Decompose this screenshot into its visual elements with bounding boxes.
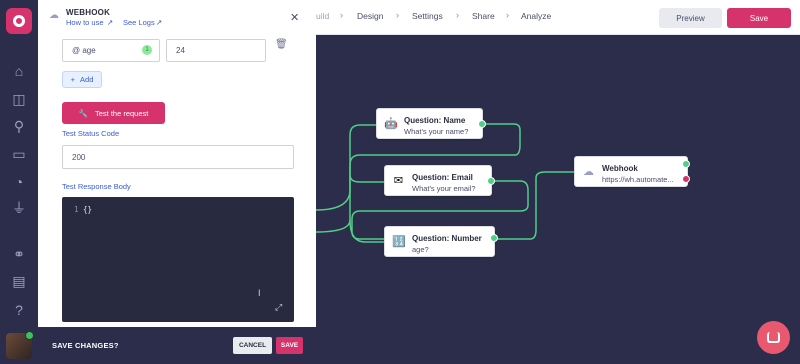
analytics-icon[interactable]: ◔: [10, 173, 28, 191]
node-webhook-error-handle[interactable]: [682, 175, 690, 183]
node-number-output-handle[interactable]: [490, 234, 498, 242]
node-question-email[interactable]: ✉ Question: Email What's your email?: [384, 165, 492, 196]
save-changes-label: SAVE CHANGES?: [52, 341, 119, 350]
node-title: Question: Name: [404, 116, 466, 125]
top-bar: uild › Design › Settings › Share › Analy…: [316, 0, 800, 35]
tab-analyze[interactable]: Analyze: [521, 11, 551, 21]
number-keypad-icon: 🔢: [392, 236, 406, 248]
tab-build[interactable]: uild: [316, 11, 329, 21]
cloud-icon: ☁: [49, 10, 59, 21]
add-variable-button[interactable]: + Add: [62, 71, 102, 88]
node-subtitle: https://wh.automate...: [602, 175, 674, 184]
panel-title: WEBHOOK: [66, 8, 111, 17]
see-logs-link[interactable]: See Logs: [123, 18, 155, 27]
chat-icon[interactable]: ▭: [10, 145, 28, 163]
tab-share[interactable]: Share: [472, 11, 495, 21]
node-name-output-handle[interactable]: [478, 120, 486, 128]
line-number: 1: [74, 205, 79, 214]
broadcast-icon[interactable]: ⚲: [10, 117, 28, 135]
node-question-number[interactable]: 🔢 Question: Number age?: [384, 226, 495, 257]
tab-design[interactable]: Design: [357, 11, 383, 21]
node-email-output-handle[interactable]: [487, 177, 495, 185]
trash-icon[interactable]: 🗑: [275, 39, 288, 50]
node-subtitle: age?: [412, 245, 429, 254]
node-subtitle: What's your name?: [404, 127, 469, 136]
chevron-right-icon: ›: [340, 10, 343, 20]
robot-face-icon: 🤖: [384, 118, 398, 130]
chevron-right-icon: ›: [456, 10, 459, 20]
close-icon[interactable]: ✕: [290, 11, 299, 24]
node-webhook[interactable]: ☁ Webhook https://wh.automate...: [574, 156, 688, 187]
envelope-icon: ✉: [393, 175, 404, 187]
home-icon[interactable]: ⌂: [10, 62, 28, 80]
node-title: Question: Number: [412, 234, 482, 243]
chat-launcher-icon[interactable]: [757, 321, 790, 354]
text-cursor-icon: I: [258, 288, 261, 298]
variable-value-field[interactable]: 24: [166, 39, 266, 62]
variable-count-badge: 1: [142, 45, 152, 55]
plug-icon[interactable]: ⏚: [10, 199, 28, 217]
cloud-icon: ☁: [583, 166, 594, 178]
plus-icon: +: [70, 75, 76, 84]
billing-icon[interactable]: ▤: [10, 272, 28, 290]
response-body-label: Test Response Body: [62, 182, 131, 191]
node-question-name[interactable]: 🤖 Question: Name What's your name?: [376, 108, 483, 139]
response-body-editor[interactable]: 1 {} ⤢: [62, 197, 294, 322]
avatar[interactable]: [6, 331, 34, 359]
cancel-button[interactable]: CANCEL: [233, 337, 272, 354]
app-logo[interactable]: [6, 8, 32, 34]
chevron-right-icon: ›: [506, 10, 509, 20]
status-code-field[interactable]: 200: [62, 145, 294, 169]
node-subtitle: What's your email?: [412, 184, 476, 193]
response-body-code: {}: [83, 205, 93, 214]
how-to-use-link[interactable]: How to use: [66, 18, 104, 27]
bot-icon[interactable]: ◫: [10, 90, 28, 108]
node-title: Webhook: [602, 164, 638, 173]
save-button[interactable]: Save: [727, 8, 791, 28]
external-link-icon: ↗: [107, 18, 114, 27]
node-title: Question: Email: [412, 173, 473, 182]
save-changes-button[interactable]: SAVE: [276, 337, 303, 354]
wrench-icon: 🔧: [78, 108, 88, 118]
chevron-right-icon: ›: [396, 10, 399, 20]
handshake-icon[interactable]: ⚭: [10, 245, 28, 263]
test-request-button[interactable]: 🔧 Test the request: [62, 102, 165, 124]
expand-icon[interactable]: ⤢: [275, 302, 282, 313]
tab-settings[interactable]: Settings: [412, 11, 443, 21]
status-code-label: Test Status Code: [62, 129, 120, 138]
preview-button[interactable]: Preview: [659, 8, 722, 28]
test-request-label: Test the request: [94, 108, 149, 118]
external-link-icon: ↗: [156, 18, 163, 27]
help-icon[interactable]: ?: [10, 301, 28, 319]
app-sidebar: ⌂ ◫ ⚲ ▭ ◔ ⏚ ⚭ ▤ ?: [0, 0, 38, 364]
add-label: Add: [80, 75, 94, 84]
node-webhook-success-handle[interactable]: [682, 160, 690, 168]
